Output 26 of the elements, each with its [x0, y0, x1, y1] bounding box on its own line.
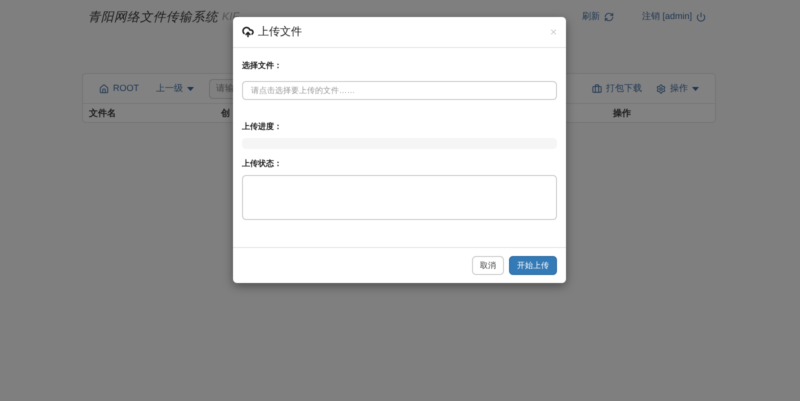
column-header: 创 [221, 106, 231, 120]
file-input[interactable]: 请点击选择要上传的文件…… [242, 81, 557, 100]
column-header: 操作 [613, 106, 632, 120]
caret-icon [692, 87, 699, 91]
root-link[interactable]: ROOT [99, 82, 139, 96]
gear-icon [656, 84, 666, 94]
column-header: 文件名 [89, 106, 117, 120]
power-icon [696, 12, 706, 22]
pack-download-link[interactable]: 打包下载 [592, 82, 642, 96]
start-upload-button[interactable]: 开始上传 [509, 256, 557, 275]
home-icon [99, 84, 109, 94]
status-area[interactable] [242, 175, 557, 220]
field-label: 选择文件： [242, 60, 283, 72]
operations-dropdown[interactable]: 操作 [656, 82, 699, 96]
app-title: 青阳网络文件传输系统 [88, 8, 218, 26]
nav-link[interactable]: 刷新 [582, 10, 614, 24]
dialog-title: 上传文件 [258, 24, 302, 40]
upload-icon [242, 26, 254, 38]
field-label: 上传状态： [242, 158, 283, 170]
refresh-icon [604, 12, 614, 22]
field-label: 上传进度： [242, 121, 283, 133]
briefcase-icon [592, 84, 602, 94]
cancel-button[interactable]: 取消 [472, 256, 504, 275]
nav-link[interactable]: 注销 [admin] [642, 10, 706, 24]
parent-dropdown[interactable]: 上一级 [156, 82, 194, 96]
caret-icon [187, 87, 194, 91]
